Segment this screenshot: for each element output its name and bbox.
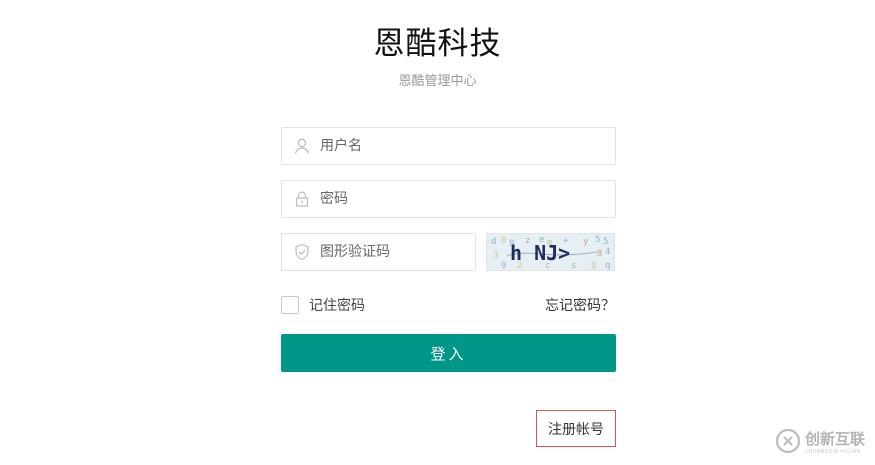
watermark-logo: 创新互联 CHUANGXIN HULIAN: [775, 421, 875, 465]
watermark-title: 创新互联: [805, 429, 866, 448]
lock-icon: [293, 190, 311, 208]
captcha-input[interactable]: [320, 234, 470, 270]
login-button[interactable]: 登入: [281, 334, 616, 372]
remember-label: 记住密码: [309, 298, 365, 314]
password-input[interactable]: [320, 181, 600, 217]
username-input[interactable]: [320, 128, 600, 164]
svg-text:g: g: [591, 260, 596, 270]
captcha-field[interactable]: [281, 233, 476, 271]
watermark-subtitle: CHUANGXIN HULIAN: [805, 448, 861, 455]
user-icon: [293, 137, 311, 155]
svg-text:4: 4: [605, 247, 610, 257]
svg-text:8: 8: [597, 249, 602, 259]
captcha-image[interactable]: d 0 8 z e m + y 5 5 3 8 4 9 2 c s g q h …: [486, 233, 615, 271]
password-field[interactable]: [281, 180, 616, 218]
captcha-text: h NJ>: [510, 241, 570, 265]
remember-password-toggle[interactable]: 记住密码: [281, 295, 365, 315]
svg-text:d: d: [491, 237, 496, 247]
remember-checkbox[interactable]: [281, 296, 299, 314]
app-title: 恩酷科技: [373, 26, 502, 62]
register-link[interactable]: 注册帐号: [536, 410, 616, 447]
svg-text:0: 0: [501, 236, 506, 246]
svg-text:5: 5: [603, 237, 608, 247]
svg-text:s: s: [571, 261, 576, 270]
svg-text:y: y: [583, 237, 589, 247]
login-page: 恩酷科技 恩酷管理中心 用户名 图形验证码 d 0 8 z e m + y 5 …: [0, 0, 875, 465]
svg-text:9: 9: [501, 261, 506, 270]
svg-text:q: q: [605, 261, 610, 270]
watermark-text: 创新互联 CHUANGXIN HULIAN: [805, 429, 866, 455]
app-subtitle: 恩酷管理中心: [398, 74, 477, 89]
forgot-password-link[interactable]: 忘记密码？: [545, 295, 615, 315]
shield-check-icon: [293, 243, 311, 261]
watermark-icon: [775, 428, 801, 458]
svg-text:5: 5: [595, 235, 600, 245]
svg-text:3: 3: [493, 251, 498, 261]
username-field[interactable]: [281, 127, 616, 165]
